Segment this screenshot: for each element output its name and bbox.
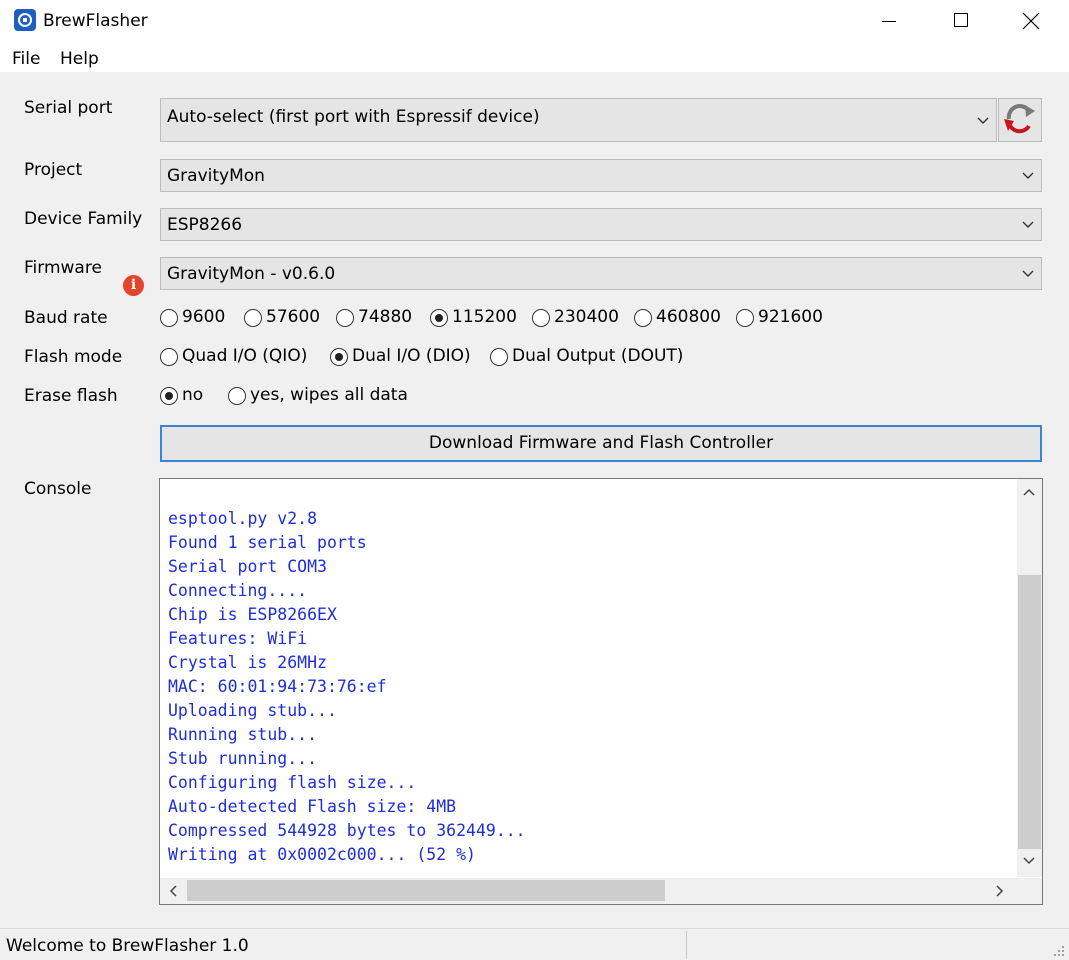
- console-line: Stub running...: [168, 749, 318, 768]
- console-line: Serial port COM3: [168, 557, 327, 576]
- console-line: Auto-detected Flash size: 4MB: [168, 797, 457, 816]
- window-title: BrewFlasher: [43, 11, 148, 31]
- project-value: GravityMon: [167, 166, 265, 186]
- erase-flash-label: Erase flash: [24, 386, 118, 406]
- console-line: Found 1 serial ports: [168, 533, 367, 552]
- project-select[interactable]: GravityMon: [160, 159, 1042, 192]
- console-line: Compressed 544928 bytes to 362449...: [168, 821, 526, 840]
- console-line: Running stub...: [168, 725, 318, 744]
- menu-file[interactable]: File: [12, 49, 40, 69]
- refresh-icon: [1004, 104, 1035, 134]
- console-line: Connecting....: [168, 581, 308, 600]
- console-line: Uploading stub...: [168, 701, 337, 720]
- scroll-up-icon[interactable]: [1023, 488, 1035, 496]
- main-panel: Serial port Auto-select (first port with…: [0, 72, 1069, 928]
- close-icon: [1022, 12, 1040, 30]
- flash-mode-label: Flash mode: [24, 347, 123, 367]
- chevron-down-icon: [1022, 172, 1034, 179]
- console-line: Chip is ESP8266EX: [168, 605, 337, 624]
- scroll-left-icon[interactable]: [169, 885, 177, 897]
- erase-flash-radio-group: no yes, wipes all data: [160, 384, 460, 408]
- maximize-button[interactable]: [938, 8, 982, 34]
- status-separator: [686, 931, 687, 959]
- maximize-icon: [954, 13, 968, 27]
- chevron-down-icon: [977, 117, 989, 124]
- console-line: Features: WiFi: [168, 629, 308, 648]
- console-line: Crystal is 26MHz: [168, 653, 327, 672]
- chevron-down-icon: [1022, 270, 1034, 277]
- project-label: Project: [24, 160, 83, 180]
- chevron-down-icon: [1022, 221, 1034, 228]
- console-line: esptool.py v2.8: [168, 509, 318, 528]
- firmware-select[interactable]: GravityMon - v0.6.0: [160, 257, 1042, 290]
- menu-help[interactable]: Help: [60, 49, 99, 69]
- info-icon[interactable]: i: [123, 275, 144, 296]
- console-line: Writing at 0x0002c000... (52 %): [168, 845, 476, 864]
- status-text: Welcome to BrewFlasher 1.0: [6, 936, 249, 956]
- scrollbar-corner: [1017, 878, 1042, 904]
- console-text: esptool.py v2.8 Found 1 serial ports Seria…: [168, 507, 1008, 867]
- horizontal-scroll-thumb[interactable]: [187, 880, 665, 901]
- refresh-ports-button[interactable]: [998, 98, 1042, 142]
- menu-bar: File Help: [0, 44, 1069, 72]
- vertical-scrollbar[interactable]: [1017, 479, 1042, 877]
- device-family-label: Device Family: [24, 209, 143, 229]
- console-line: MAC: 60:01:94:73:76:ef: [168, 677, 387, 696]
- app-logo-icon: [14, 9, 36, 31]
- serial-port-value: Auto-select (first port with Espressif d…: [167, 107, 540, 127]
- device-family-value: ESP8266: [167, 215, 243, 235]
- resize-grip-icon[interactable]: [1051, 943, 1065, 957]
- console-label: Console: [24, 479, 92, 499]
- firmware-label: Firmware: [24, 258, 102, 278]
- minimize-button[interactable]: [866, 8, 910, 34]
- flash-button[interactable]: Download Firmware and Flash Controller: [160, 425, 1042, 462]
- firmware-value: GravityMon - v0.6.0: [167, 264, 336, 284]
- status-bar: Welcome to BrewFlasher 1.0: [0, 928, 1069, 960]
- flash-mode-radio-group: Quad I/O (QIO) Dual I/O (DIO) Dual Outpu…: [160, 345, 720, 369]
- scroll-down-icon[interactable]: [1023, 857, 1035, 865]
- console-output[interactable]: esptool.py v2.8 Found 1 serial ports Seria…: [159, 478, 1043, 905]
- serial-port-select[interactable]: Auto-select (first port with Espressif d…: [160, 98, 997, 142]
- serial-port-label: Serial port: [24, 98, 113, 118]
- title-bar: BrewFlasher: [0, 0, 1069, 42]
- baud-rate-label: Baud rate: [24, 308, 108, 328]
- minimize-icon: [882, 21, 896, 22]
- close-button[interactable]: [1008, 8, 1052, 34]
- horizontal-scrollbar[interactable]: [160, 878, 1042, 904]
- device-family-select[interactable]: ESP8266: [160, 208, 1042, 241]
- console-line: Configuring flash size...: [168, 773, 417, 792]
- vertical-scroll-thumb[interactable]: [1018, 575, 1041, 849]
- baud-rate-radio-group: 9600 57600 74880 115200 230400 460800 92…: [160, 306, 860, 330]
- scroll-right-icon[interactable]: [996, 885, 1004, 897]
